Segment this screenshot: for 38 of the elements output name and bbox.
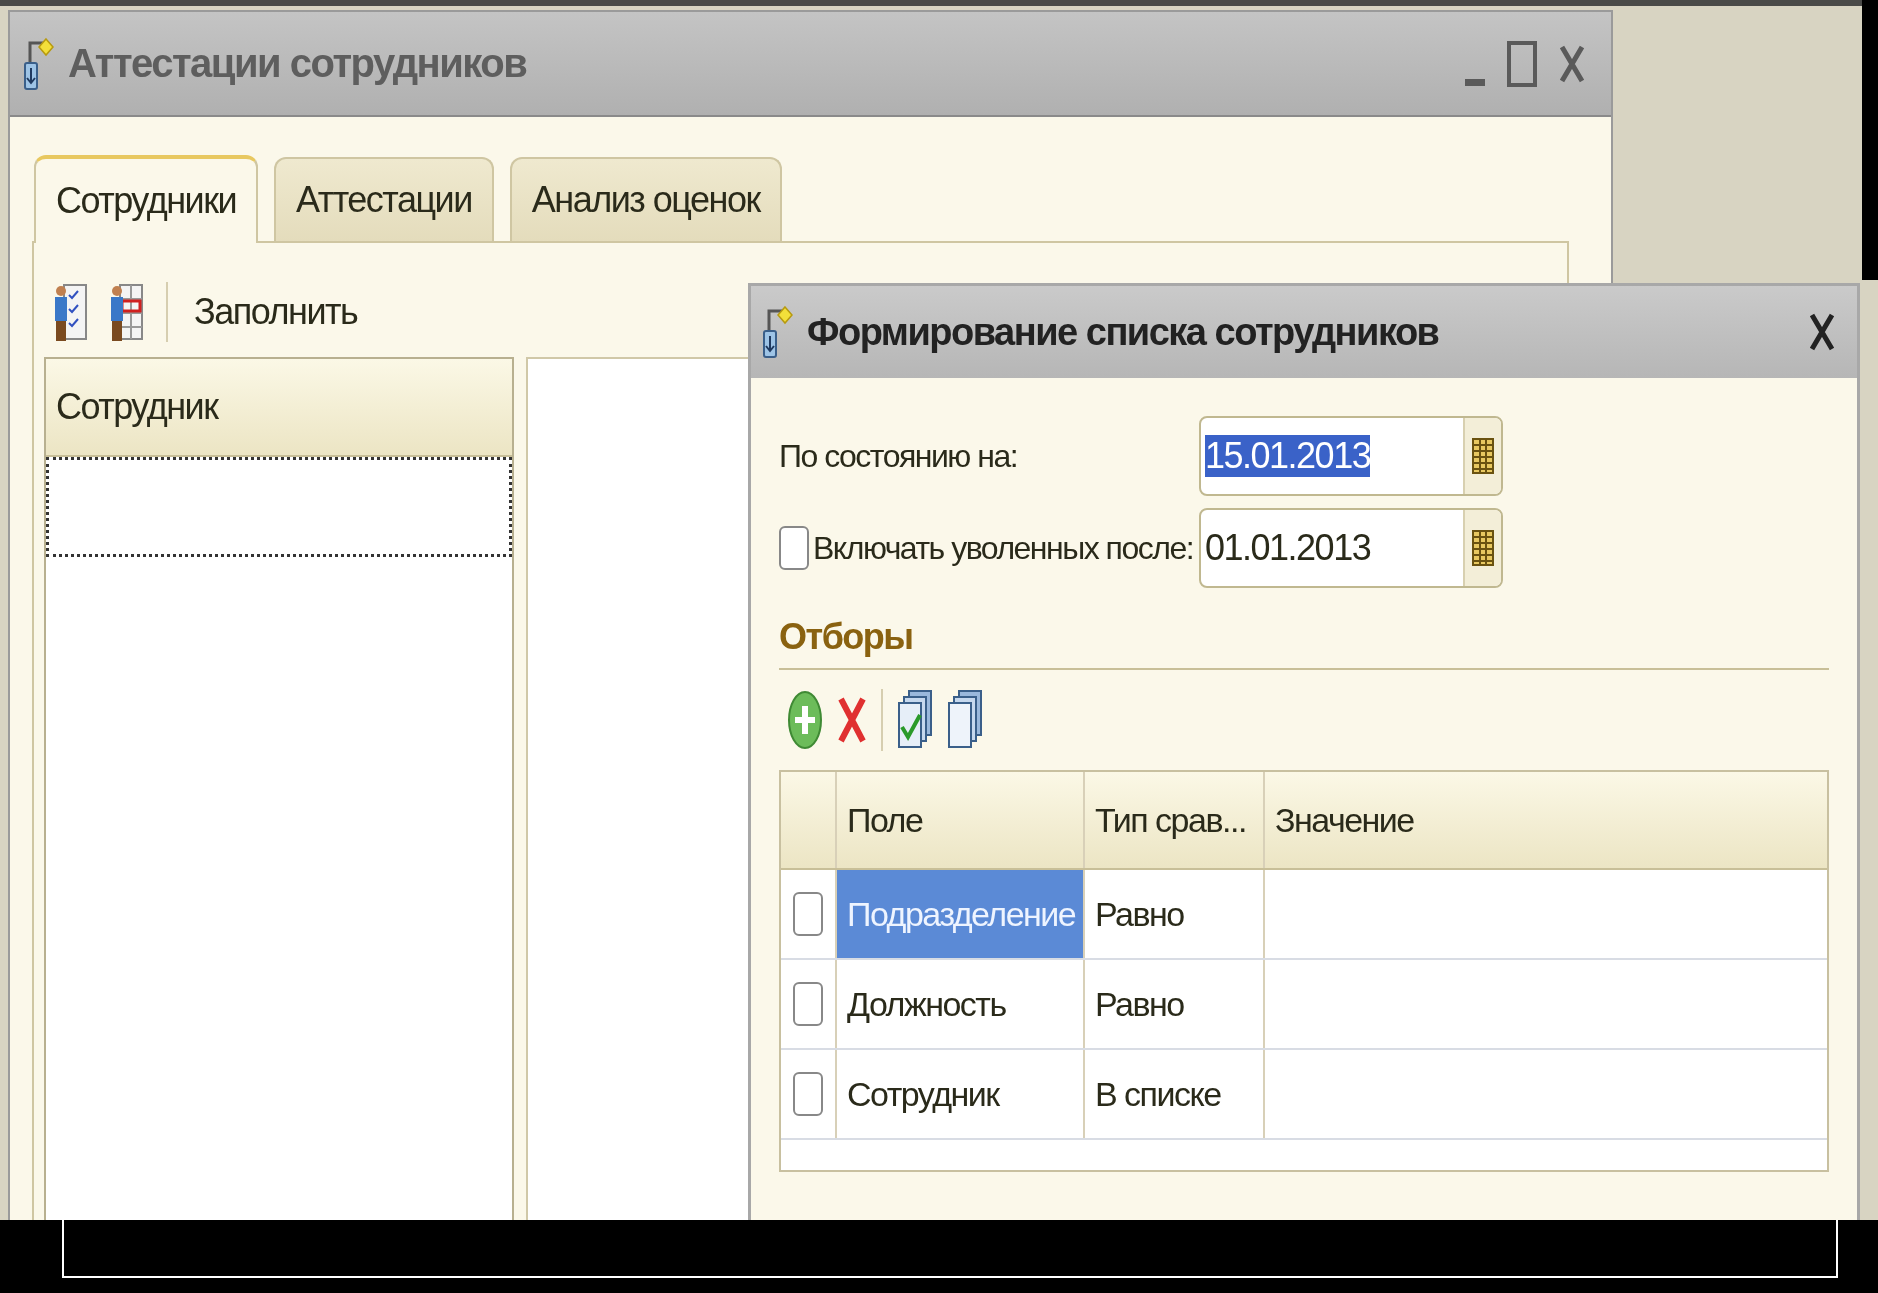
form-icon [24, 36, 54, 91]
table-cell[interactable]: Равно [1085, 870, 1265, 958]
checkbox[interactable] [779, 526, 809, 570]
column-header[interactable]: Поле [837, 772, 1085, 868]
form-icon [763, 305, 793, 359]
checkbox[interactable] [793, 1072, 823, 1116]
employee-table-icon[interactable] [110, 281, 144, 343]
section-title: Отборы [779, 616, 914, 658]
date-field[interactable]: 01.01.2013 [1199, 508, 1503, 588]
field-label: По состоянию на: [779, 437, 1018, 475]
table-cell[interactable]: Должность [837, 960, 1085, 1048]
window-title: Аттестации сотрудников [68, 41, 527, 86]
copy-icon[interactable] [947, 689, 983, 751]
table-cell[interactable]: Равно [1085, 960, 1265, 1048]
table-cell[interactable]: Сотрудник [837, 1050, 1085, 1138]
employee-checklist-icon[interactable] [54, 281, 88, 343]
column-header[interactable]: Тип срав... [1085, 772, 1265, 868]
column-header[interactable]: Значение [1265, 772, 1827, 868]
checkbox[interactable] [793, 982, 823, 1026]
delete-icon[interactable] [837, 695, 867, 745]
tab[interactable]: Аттестации [274, 157, 494, 241]
minimize-icon[interactable] [1465, 76, 1485, 87]
calendar-icon[interactable] [1472, 438, 1494, 474]
add-icon[interactable] [787, 689, 823, 751]
checkbox[interactable] [793, 892, 823, 936]
tab[interactable]: Сотрудники [34, 155, 258, 243]
field-label: Включать уволенных после: [813, 529, 1194, 567]
maximize-icon[interactable] [1507, 40, 1537, 87]
tab[interactable]: Анализ оценок [509, 157, 782, 241]
column-header[interactable]: Сотрудник [46, 359, 512, 457]
fill-button[interactable]: Заполнить [190, 291, 362, 333]
close-icon[interactable] [1809, 312, 1835, 352]
table-cell[interactable]: В списке [1085, 1050, 1265, 1138]
calendar-icon[interactable] [1472, 530, 1494, 566]
dialog-title: Формирование списка сотрудников [807, 310, 1439, 354]
focused-row[interactable] [46, 457, 512, 557]
copy-checked-icon[interactable] [897, 689, 933, 751]
date-field[interactable]: 15.01.2013 [1199, 416, 1503, 496]
